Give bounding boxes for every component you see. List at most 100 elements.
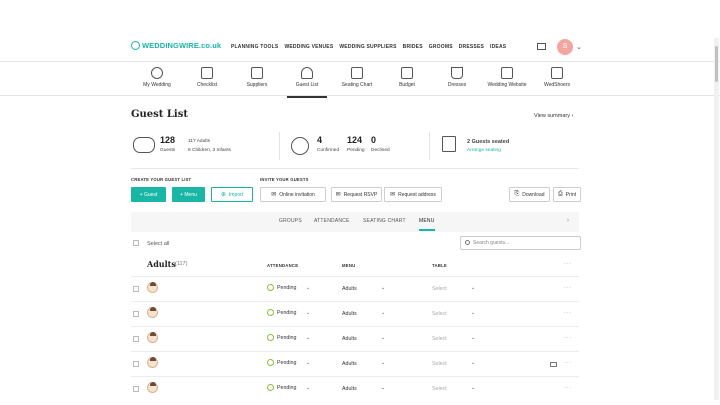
- online-invitation-button[interactable]: ✉ Online invitation: [260, 187, 326, 202]
- add-menu-button[interactable]: + Menu: [172, 187, 205, 202]
- menu-select[interactable]: Adults: [342, 311, 357, 317]
- tab-menu[interactable]: MENU: [419, 218, 435, 231]
- clock-icon: [267, 359, 274, 366]
- attendance-select[interactable]: Pending: [267, 384, 296, 391]
- chevron-right-icon[interactable]: ›: [567, 218, 569, 224]
- nav-dresses[interactable]: DRESSES: [459, 44, 484, 50]
- chevron-down-icon[interactable]: ⌄: [471, 385, 475, 391]
- request-rsvp-button[interactable]: ✉ Request RSVP: [331, 187, 382, 202]
- chevron-down-icon[interactable]: ⌄: [381, 310, 385, 316]
- row-checkbox[interactable]: [133, 311, 139, 317]
- dress-icon: [451, 67, 463, 79]
- clock-icon: [267, 384, 274, 391]
- pending-count: 124: [347, 135, 363, 145]
- tab-groups[interactable]: GROUPS: [279, 218, 302, 224]
- guest-avatar-icon: [147, 282, 158, 293]
- table-row[interactable]: Pending ⌄ Adults ⌄ Select ⌄ ···: [131, 301, 579, 326]
- guests-icon: [133, 137, 155, 153]
- tab-attendance[interactable]: ATTENDANCE: [314, 218, 350, 224]
- monitor-icon: [442, 136, 456, 152]
- nav-planning-tools[interactable]: PLANNING TOOLS: [231, 44, 278, 50]
- view-summary-link[interactable]: View summary ›: [534, 113, 573, 119]
- select-all-checkbox[interactable]: [133, 240, 139, 246]
- column-menu: MENU: [342, 263, 356, 268]
- suppliers-icon: [251, 67, 263, 79]
- chevron-down-icon[interactable]: ⌄: [306, 285, 310, 291]
- print-button[interactable]: ⎙ Print: [553, 187, 581, 202]
- more-options-icon[interactable]: ···: [564, 385, 572, 391]
- logo-mark-icon: [131, 41, 140, 50]
- chevron-down-icon[interactable]: ⌄: [306, 335, 310, 341]
- print-icon: ⎙: [557, 191, 563, 197]
- tab-seating-chart[interactable]: SEATING CHART: [363, 218, 406, 224]
- page-scrollbar[interactable]: [714, 38, 719, 400]
- table-select[interactable]: Select: [432, 311, 447, 317]
- more-options-icon[interactable]: ···: [564, 310, 572, 316]
- import-button[interactable]: ⊕ Import: [211, 187, 253, 202]
- guests-label: Guests: [160, 148, 176, 153]
- clock-icon: [267, 309, 274, 316]
- table-select[interactable]: Select: [432, 361, 447, 367]
- menu-select[interactable]: Adults: [342, 361, 357, 367]
- request-address-button[interactable]: ✉ Request address: [384, 187, 442, 202]
- chevron-down-icon[interactable]: ⌄: [471, 360, 475, 366]
- menu-select[interactable]: Adults: [342, 336, 357, 342]
- mail-icon: ✉: [335, 192, 341, 198]
- brand-logo[interactable]: WEDDINGWIRE.co.uk: [131, 41, 221, 50]
- nav-ideas[interactable]: IDEAS: [490, 44, 506, 50]
- tool-wedshoers[interactable]: WedShoers: [527, 65, 587, 88]
- table-select[interactable]: Select: [432, 386, 447, 392]
- nav-wedding-suppliers[interactable]: WEDDING SUPPLIERS: [339, 44, 396, 50]
- attendance-select[interactable]: Pending: [267, 284, 296, 291]
- mail-icon: ✉: [390, 192, 396, 198]
- attendance-select[interactable]: Pending: [267, 359, 296, 366]
- table-select[interactable]: Select: [432, 286, 447, 292]
- calculator-icon: [401, 67, 413, 79]
- scrollbar-thumb[interactable]: [715, 46, 718, 82]
- row-checkbox[interactable]: [133, 386, 139, 392]
- chevron-down-icon[interactable]: ⌄: [306, 360, 310, 366]
- chevron-down-icon[interactable]: ⌄: [471, 310, 475, 316]
- attendance-select[interactable]: Pending: [267, 309, 296, 316]
- row-checkbox[interactable]: [133, 286, 139, 292]
- more-options-icon[interactable]: ···: [564, 261, 572, 267]
- nav-brides[interactable]: BRIDES: [403, 44, 423, 50]
- rings-icon: [151, 67, 163, 79]
- chevron-down-icon[interactable]: ⌄: [471, 335, 475, 341]
- more-options-icon[interactable]: ···: [564, 285, 572, 291]
- add-guest-button[interactable]: + Guest: [131, 187, 166, 202]
- nav-grooms[interactable]: GROOMS: [429, 44, 453, 50]
- search-input[interactable]: Search guests...: [460, 236, 581, 250]
- more-options-icon[interactable]: ···: [564, 360, 572, 366]
- chevron-down-icon[interactable]: ⌄: [381, 385, 385, 391]
- more-options-icon[interactable]: ···: [564, 335, 572, 341]
- chevron-down-icon[interactable]: ⌄: [471, 285, 475, 291]
- row-checkbox[interactable]: [133, 361, 139, 367]
- avatar[interactable]: S: [557, 39, 573, 55]
- chevron-down-icon[interactable]: ⌄: [576, 43, 582, 51]
- row-checkbox[interactable]: [133, 336, 139, 342]
- arrange-seating-link[interactable]: Arrange seating: [467, 148, 501, 153]
- chevron-down-icon[interactable]: ⌄: [306, 385, 310, 391]
- column-attendance: ATTENDANCE: [267, 263, 299, 268]
- divider: [429, 132, 430, 160]
- table-row[interactable]: Pending ⌄ Adults ⌄ Select ⌄ ···: [131, 326, 579, 351]
- page-title: Guest List: [131, 109, 188, 120]
- mail-icon[interactable]: [550, 362, 557, 367]
- nav-wedding-venues[interactable]: WEDDING VENUES: [284, 44, 333, 50]
- table-row[interactable]: Pending ⌄ Adults ⌄ Select ⌄ ···: [131, 351, 579, 376]
- attendance-select[interactable]: Pending: [267, 334, 296, 341]
- mail-icon[interactable]: [537, 43, 546, 50]
- chevron-down-icon[interactable]: ⌄: [381, 285, 385, 291]
- table-row[interactable]: Pending ⌄ Adults ⌄ Select ⌄ ···: [131, 276, 579, 301]
- chevron-down-icon[interactable]: ⌄: [306, 310, 310, 316]
- chevron-down-icon[interactable]: ⌄: [381, 360, 385, 366]
- menu-select[interactable]: Adults: [342, 286, 357, 292]
- menu-select[interactable]: Adults: [342, 386, 357, 392]
- download-button[interactable]: ⎘ Download: [509, 187, 550, 202]
- chevron-down-icon[interactable]: ⌄: [381, 335, 385, 341]
- table-select[interactable]: Select: [432, 336, 447, 342]
- mail-icon: ✉: [271, 192, 277, 198]
- table-row[interactable]: Pending ⌄ Adults ⌄ Select ⌄ ···: [131, 376, 579, 401]
- children-count: 8 Children, 3 Infants: [188, 148, 231, 153]
